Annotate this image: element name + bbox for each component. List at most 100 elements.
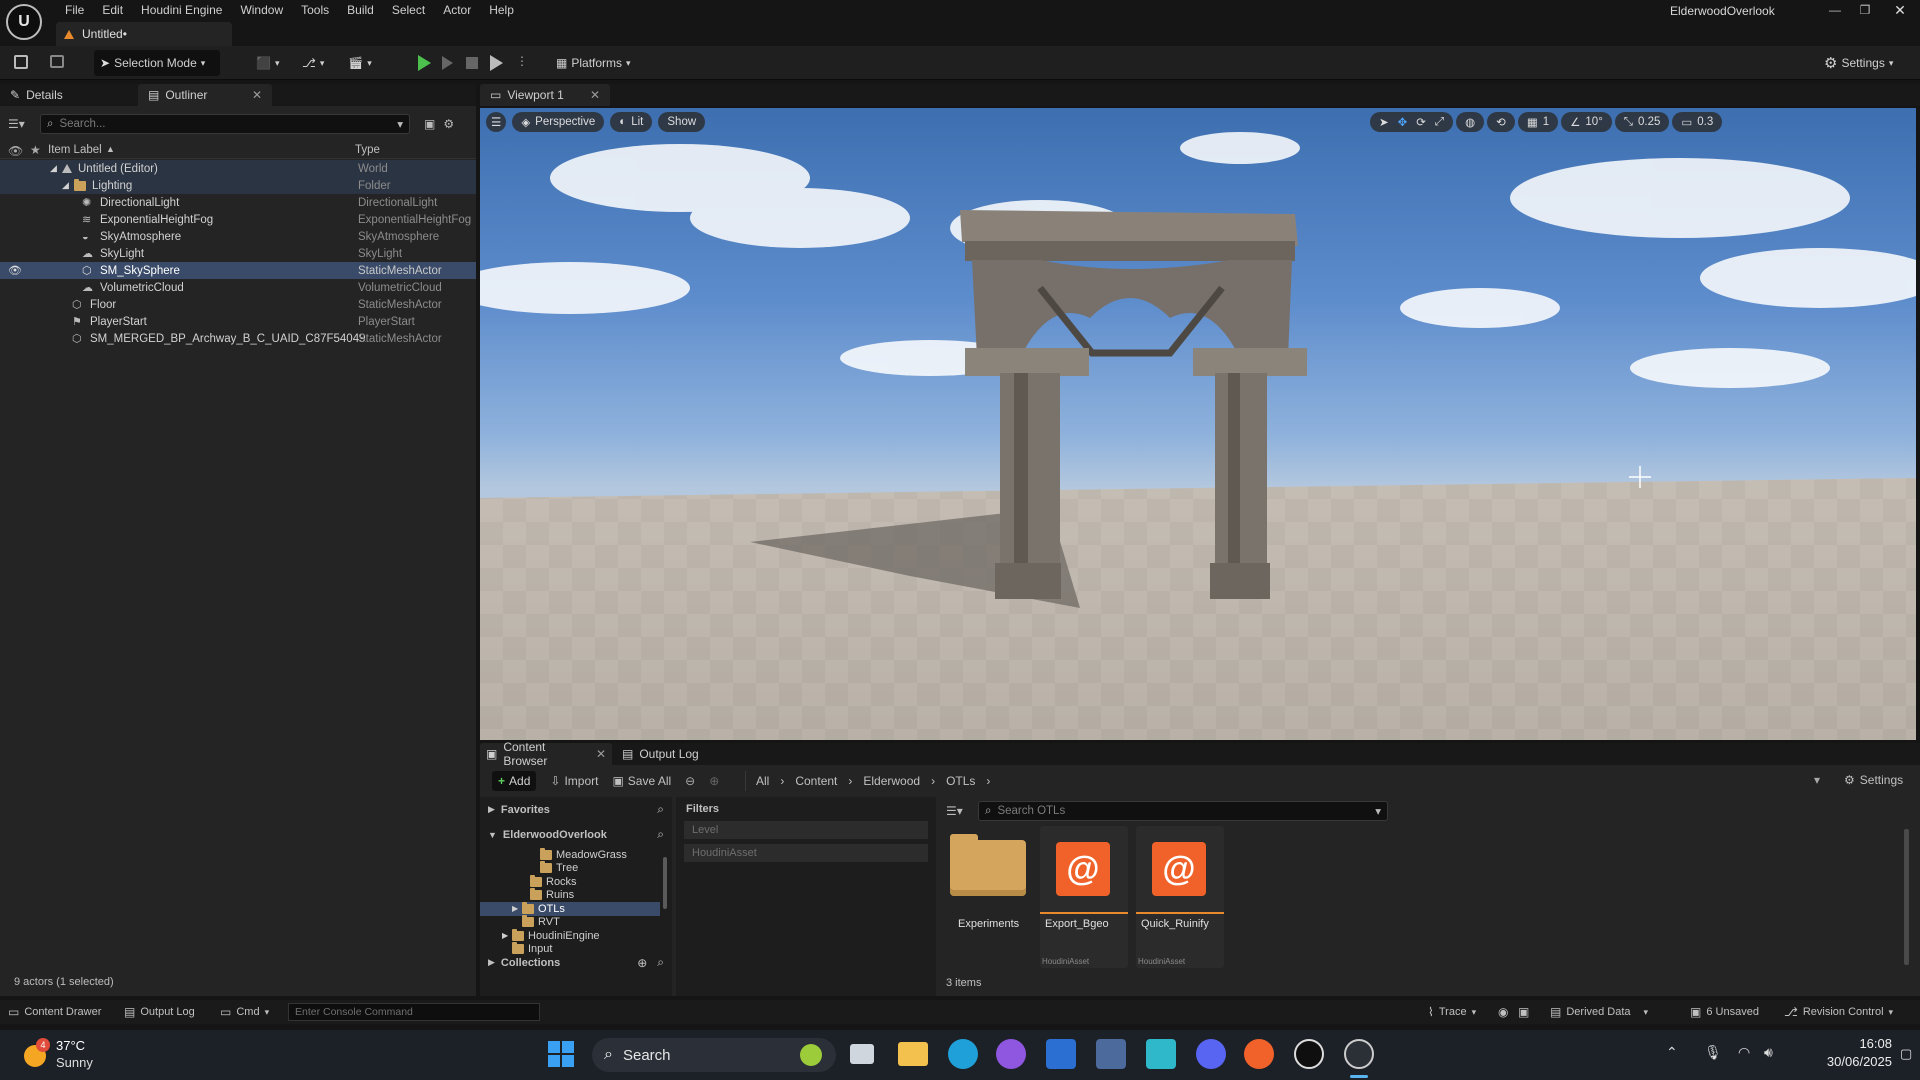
tree-row-actor[interactable]: ⬡ Floor StaticMeshActor <box>0 296 476 313</box>
search-icon[interactable]: ⌕ <box>657 802 664 817</box>
menu-file[interactable]: File <box>56 0 93 22</box>
tree-row-actor[interactable]: ✺ DirectionalLight DirectionalLight <box>0 194 476 211</box>
menu-build[interactable]: Build <box>338 0 383 22</box>
collections-header[interactable]: ▶ Collections ⊕ ⌕ <box>488 955 664 970</box>
output-log-button[interactable]: ▤ Output Log <box>124 1005 195 1019</box>
surface-snap-button[interactable]: ⟲ <box>1487 112 1515 132</box>
content-icon[interactable] <box>50 55 64 68</box>
asset-tile-houdini[interactable]: @ Quick_Ruinify HoudiniAsset <box>1136 826 1224 968</box>
menu-actor[interactable]: Actor <box>434 0 480 22</box>
notification-icon[interactable]: ▢ <box>1900 1046 1912 1062</box>
console-input[interactable]: Enter Console Command <box>288 1003 540 1021</box>
perspective-button[interactable]: ◈ Perspective <box>512 112 605 132</box>
selection-mode-button[interactable]: ➤ Selection Mode ▾ <box>94 50 220 76</box>
play-icon[interactable] <box>418 55 431 71</box>
menu-houdini-engine[interactable]: Houdini Engine <box>132 0 231 22</box>
search-icon[interactable]: ⌕ <box>657 955 664 970</box>
import-button[interactable]: ⇩ Import <box>550 774 598 788</box>
gear-icon[interactable]: ⚙ <box>443 117 454 131</box>
viewport-menu-button[interactable]: ☰ <box>486 112 507 132</box>
viewport-3d[interactable]: ☰ ◈ Perspective ◐ Lit Show ➤ ✥ ⟳ ⤢ ◍ ⟲ ▦… <box>480 108 1916 740</box>
history-back-icon[interactable]: ⊖ <box>685 774 695 788</box>
app-icon[interactable] <box>1096 1039 1126 1069</box>
github-icon[interactable] <box>996 1039 1026 1069</box>
unreal-engine-icon[interactable] <box>1294 1039 1324 1069</box>
breadcrumb-dropdown-icon[interactable]: ▾ <box>1814 773 1820 787</box>
angle-snap-button[interactable]: ∠ 10° <box>1561 112 1612 132</box>
houdini-icon[interactable] <box>1244 1039 1274 1069</box>
breadcrumb-elderwood[interactable]: Elderwood <box>863 774 920 788</box>
tab-viewport[interactable]: ▭ Viewport 1 ✕ <box>480 84 610 106</box>
tree-folder[interactable]: Input <box>480 942 660 957</box>
tree-row-actor[interactable]: ⚑ PlayerStart PlayerStart <box>0 313 476 330</box>
tree-row-folder[interactable]: ◢ Lighting Folder <box>0 177 476 194</box>
document-tab[interactable]: Untitled• <box>56 22 232 46</box>
restore-icon[interactable]: ❐ <box>1850 3 1880 17</box>
file-explorer-icon[interactable] <box>898 1042 928 1066</box>
show-button[interactable]: Show <box>658 112 706 132</box>
more-options-icon[interactable]: ⋮ <box>516 54 528 68</box>
tree-row-actor[interactable]: ≋ ExponentialHeightFog ExponentialHeight… <box>0 211 476 228</box>
column-type[interactable]: Type <box>355 144 380 156</box>
cinematics-button[interactable]: 🎬︎ ▾ <box>342 50 378 76</box>
tree-folder-selected[interactable]: ▶ OTLs <box>480 901 660 916</box>
tree-row-world[interactable]: ◢ Untitled (Editor) World <box>0 160 476 177</box>
settings-button[interactable]: ⚙ Settings ▾ <box>1818 50 1899 76</box>
breadcrumb-otls[interactable]: OTLs <box>946 774 975 788</box>
breadcrumb-all[interactable]: All <box>756 774 769 788</box>
tree-scrollbar[interactable] <box>663 857 667 909</box>
tree-row-actor[interactable]: ☁ SkyLight SkyLight <box>0 245 476 262</box>
tab-details[interactable]: ✎ Details <box>0 84 138 106</box>
screenshot-icon[interactable]: ▣ <box>1518 1005 1529 1019</box>
record-icon[interactable]: ◉ <box>1498 1005 1508 1019</box>
tab-content-browser[interactable]: ▣ Content Browser ✕ <box>480 740 612 768</box>
filter-level[interactable]: Level <box>684 821 928 839</box>
content-settings-button[interactable]: ⚙ Settings <box>1844 773 1903 787</box>
expand-arrow-icon[interactable]: ◢ <box>50 163 62 174</box>
content-drawer-button[interactable]: ▭ Content Drawer <box>8 1005 101 1019</box>
powershell-icon[interactable] <box>1046 1039 1076 1069</box>
add-collection-icon[interactable]: ⊕ <box>637 956 647 970</box>
menu-edit[interactable]: Edit <box>93 0 132 22</box>
filter-houdini-asset[interactable]: HoudiniAsset <box>684 844 928 862</box>
scale-snap-button[interactable]: ⤡ 0.25 <box>1614 112 1670 132</box>
tab-outliner[interactable]: ▤ Outliner ✕ <box>138 84 272 106</box>
translate-tool-icon[interactable]: ✥ <box>1398 115 1408 129</box>
close-icon[interactable]: ✕ <box>252 88 262 102</box>
stop-icon[interactable] <box>466 57 478 69</box>
filter-icon[interactable]: ☰▾ <box>946 804 978 818</box>
add-folder-icon[interactable]: ▣ <box>424 117 435 131</box>
column-item-label[interactable]: Item Label <box>48 144 102 156</box>
clock-date[interactable]: 30/06/2025 <box>1808 1054 1892 1069</box>
world-local-button[interactable]: ◍ <box>1456 112 1485 132</box>
select-tool-icon[interactable]: ➤ <box>1379 115 1389 129</box>
asset-tile-houdini[interactable]: @ Export_Bgeo HoudiniAsset <box>1040 826 1128 968</box>
tab-output-log[interactable]: ▤ Output Log <box>612 743 709 765</box>
tree-folder[interactable]: Tree <box>480 861 660 876</box>
project-root-header[interactable]: ▼ ElderwoodOverlook ⌕ <box>488 827 664 842</box>
chevron-up-icon[interactable]: ⌃ <box>1666 1044 1678 1061</box>
taskbar-search[interactable]: ⌕ Search <box>592 1038 836 1072</box>
scale-tool-icon[interactable]: ⤢ <box>1435 116 1444 129</box>
active-app-icon[interactable] <box>1344 1039 1374 1069</box>
weather-widget[interactable]: 4 37°C Sunny <box>0 1030 140 1080</box>
clock-time[interactable]: 16:08 <box>1838 1036 1892 1051</box>
unreal-logo[interactable]: U <box>6 4 42 40</box>
close-window-icon[interactable]: ✕ <box>1880 2 1920 19</box>
close-icon[interactable]: ✕ <box>596 747 606 761</box>
microphone-icon[interactable]: 🎙︎ <box>1704 1044 1722 1061</box>
add-button[interactable]: + Add <box>492 771 537 791</box>
menu-help[interactable]: Help <box>480 0 523 22</box>
grid-snap-button[interactable]: ▦ 1 <box>1517 112 1559 132</box>
revision-control-button[interactable]: ⎇ Revision Control ▾ <box>1784 1005 1893 1019</box>
asset-grid-scrollbar[interactable] <box>1904 829 1909 965</box>
filter-icon[interactable]: ☰▾ <box>8 117 40 131</box>
save-all-button[interactable]: ▣ Save All <box>612 774 671 788</box>
camera-speed-button[interactable]: ▭ 0.3 <box>1672 112 1723 132</box>
lit-button[interactable]: ◐ Lit <box>610 112 653 132</box>
task-view-icon[interactable] <box>850 1044 874 1064</box>
tree-folder[interactable]: RVT <box>480 915 660 930</box>
asset-tile-folder[interactable]: Experiments <box>946 826 1034 968</box>
cube-app-icon[interactable] <box>1146 1039 1176 1069</box>
rotate-tool-icon[interactable]: ⟳ <box>1416 115 1426 129</box>
